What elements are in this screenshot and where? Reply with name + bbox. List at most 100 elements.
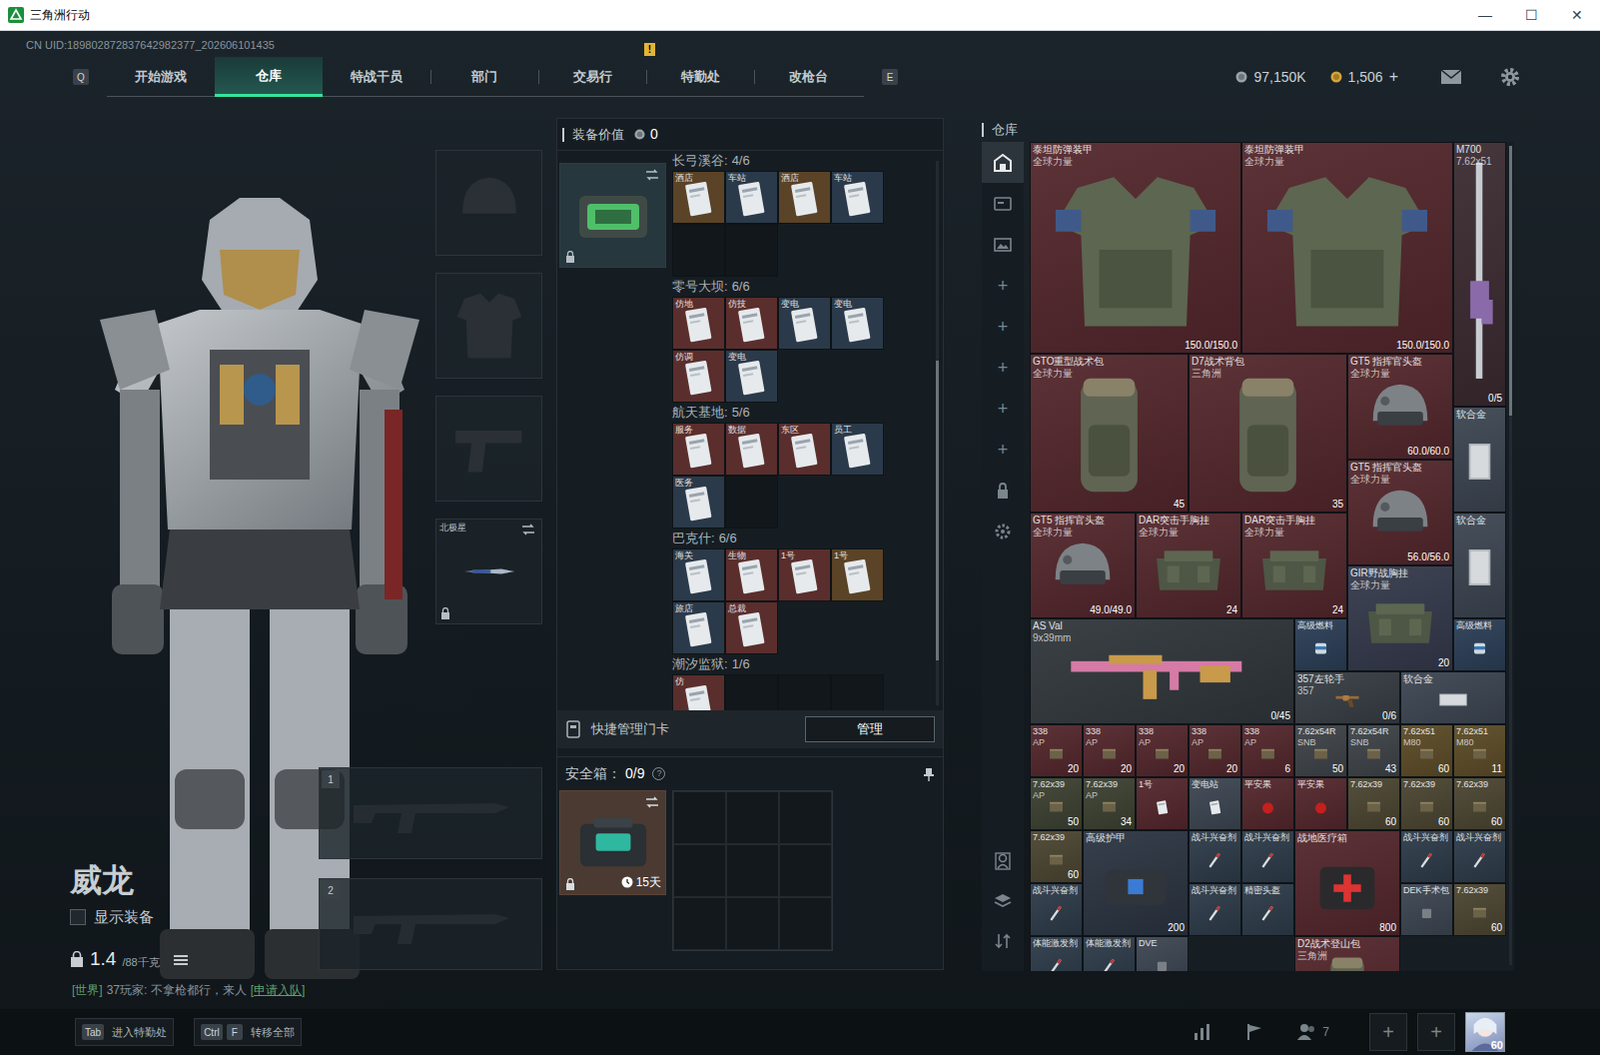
warehouse-item[interactable]: 7.62x39AP50	[1029, 777, 1083, 830]
pin-icon[interactable]	[922, 767, 935, 782]
scrollbar-thumb[interactable]	[1509, 145, 1513, 416]
nav-tab[interactable]: 特战干员	[322, 56, 431, 97]
warehouse-item[interactable]: 平安果	[1294, 777, 1348, 830]
sidebar-tab[interactable]	[981, 469, 1024, 511]
warehouse-item[interactable]: 338AP20	[1135, 724, 1189, 778]
sidebar-tool[interactable]	[981, 920, 1024, 961]
window-control-button[interactable]: ✕	[1554, 0, 1600, 30]
warehouse-item[interactable]: 338AP6	[1241, 724, 1295, 778]
swap-icon[interactable]	[645, 796, 660, 808]
swap-icon[interactable]	[645, 168, 660, 181]
sidebar-tab[interactable]	[981, 182, 1024, 224]
sidebar-tool[interactable]	[981, 880, 1024, 921]
manage-button[interactable]: 管理	[804, 716, 935, 743]
keycard[interactable]: 旅店	[672, 601, 726, 655]
nav-tab[interactable]: 改枪台	[754, 56, 862, 97]
warehouse-item[interactable]: 战斗兴奋剂	[1453, 829, 1507, 883]
keycard[interactable]: 医务	[672, 475, 726, 529]
warehouse-item[interactable]: DAR突击手胸挂全球力量24	[1241, 512, 1348, 619]
safe-cell[interactable]	[779, 843, 832, 897]
keycard[interactable]: 数据	[725, 422, 779, 476]
safe-cell[interactable]	[673, 843, 727, 897]
warehouse-item[interactable]: 7.62x54RSNB43	[1347, 724, 1401, 778]
sidebar-tab[interactable]: +	[981, 387, 1024, 429]
warehouse-item[interactable]: 338AP20	[1082, 724, 1136, 778]
join-team-link[interactable]: [申请入队]	[250, 980, 306, 999]
add-currency-button[interactable]: +	[1389, 64, 1399, 89]
equipment-slot[interactable]: 北极星	[435, 518, 543, 625]
player-avatar[interactable]: 60	[1465, 1011, 1506, 1052]
nav-tab[interactable]: 交易行	[538, 56, 647, 97]
keycard[interactable]: 酒店	[778, 170, 831, 224]
warehouse-item[interactable]: 战斗兴奋剂	[1188, 829, 1242, 883]
keycard[interactable]: 东区	[778, 422, 831, 476]
warehouse-item[interactable]: 战斗兴奋剂	[1188, 882, 1242, 936]
warehouse-item[interactable]: D2战术登山包三角洲	[1294, 935, 1401, 971]
keycard[interactable]: 车站	[725, 170, 779, 224]
warehouse-item[interactable]: M7007.62x510/5	[1453, 141, 1507, 407]
scrollbar[interactable]	[935, 160, 939, 706]
warehouse-item[interactable]: AS Val9x39mm0/45	[1029, 618, 1295, 725]
warehouse-item[interactable]: 357左轮手3570/6	[1294, 671, 1401, 725]
equipment-slot[interactable]	[435, 272, 543, 379]
nav-tab[interactable]: 仓库	[214, 56, 323, 97]
list-icon[interactable]	[173, 953, 188, 966]
keycard[interactable]: 1号	[830, 548, 884, 602]
warehouse-item[interactable]: DAR突击手胸挂全球力量24	[1135, 512, 1242, 619]
sidebar-tab[interactable]: +	[981, 346, 1024, 388]
key-hint-button[interactable]: CtrlF转移全部	[193, 1017, 302, 1046]
warehouse-item[interactable]: GIR野战胸挂全球力量20	[1347, 565, 1454, 672]
warehouse-item[interactable]: 7.62x51M8060	[1400, 724, 1454, 778]
safe-cell[interactable]	[726, 843, 780, 897]
keycard[interactable]: 服务	[672, 422, 726, 476]
warehouse-item[interactable]: 338AP20	[1188, 724, 1242, 778]
warehouse-item[interactable]: GT5 指挥官头盔全球力量60.0/60.0	[1347, 353, 1454, 460]
warehouse-item[interactable]: 精密头盔	[1241, 882, 1295, 936]
show-equipment-toggle[interactable]: 显示装备	[69, 905, 188, 929]
safe-cell[interactable]	[673, 896, 727, 950]
nav-tab[interactable]: 开始游戏	[106, 56, 215, 97]
sidebar-tab[interactable]: +	[981, 428, 1024, 470]
safe-cell[interactable]	[726, 896, 780, 950]
safe-box[interactable]: 15天	[559, 790, 667, 895]
keycard[interactable]: 仿技	[725, 296, 779, 350]
safe-cell[interactable]	[673, 791, 727, 844]
warehouse-item[interactable]: 7.62x51M8011	[1453, 724, 1507, 778]
key-hint-button[interactable]: Tab进入特勤处	[74, 1017, 174, 1046]
flag-icon[interactable]	[1244, 1022, 1265, 1041]
keycard[interactable]: 仿调	[672, 349, 726, 403]
sidebar-tab[interactable]: +	[981, 264, 1024, 306]
warehouse-item[interactable]: 7.62x3960	[1029, 829, 1083, 883]
warehouse-item[interactable]: 战地医疗箱800	[1294, 829, 1401, 936]
mail-icon[interactable]	[1440, 68, 1463, 85]
keycard[interactable]: 员工	[830, 422, 884, 476]
keycard[interactable]: 变电	[725, 349, 779, 403]
sidebar-tab[interactable]	[981, 223, 1024, 265]
nav-tab[interactable]: 特勤处!	[646, 56, 755, 97]
warehouse-item[interactable]: GTO重型战术包全球力量45	[1029, 353, 1189, 513]
warehouse-item[interactable]: 软合金	[1453, 512, 1507, 619]
keycard[interactable]: 仿	[672, 674, 726, 711]
warehouse-item[interactable]: 1号	[1135, 777, 1189, 830]
warehouse-item[interactable]: 泰坦防弹装甲全球力量150.0/150.0	[1241, 141, 1454, 354]
chart-icon[interactable]	[1192, 1022, 1213, 1041]
safe-cell[interactable]	[726, 791, 780, 844]
warehouse-item[interactable]: 338AP20	[1029, 724, 1083, 778]
warehouse-item[interactable]: 变电站	[1188, 777, 1242, 830]
keycard[interactable]: 变电	[778, 296, 831, 350]
warehouse-item[interactable]: GT5 指挥官头盔全球力量56.0/56.0	[1347, 459, 1454, 566]
keycard[interactable]: 1号	[778, 548, 831, 602]
scrollbar[interactable]	[1509, 145, 1513, 965]
keycard[interactable]: 酒店	[672, 170, 726, 224]
equipment-slot[interactable]	[435, 395, 543, 502]
equipment-slot[interactable]	[435, 149, 543, 256]
warehouse-item[interactable]: 平安果	[1241, 777, 1295, 830]
nav-tab[interactable]: 部门	[430, 56, 539, 97]
keycard[interactable]: 变电	[830, 296, 884, 350]
add-teammate-button[interactable]: +	[1369, 1012, 1408, 1051]
warehouse-item[interactable]: 7.62x3960	[1347, 777, 1401, 830]
safe-cell[interactable]	[779, 791, 832, 844]
keycard[interactable]: 仿地	[672, 296, 726, 350]
gear-icon[interactable]	[1500, 66, 1521, 87]
swap-icon[interactable]	[521, 523, 536, 536]
